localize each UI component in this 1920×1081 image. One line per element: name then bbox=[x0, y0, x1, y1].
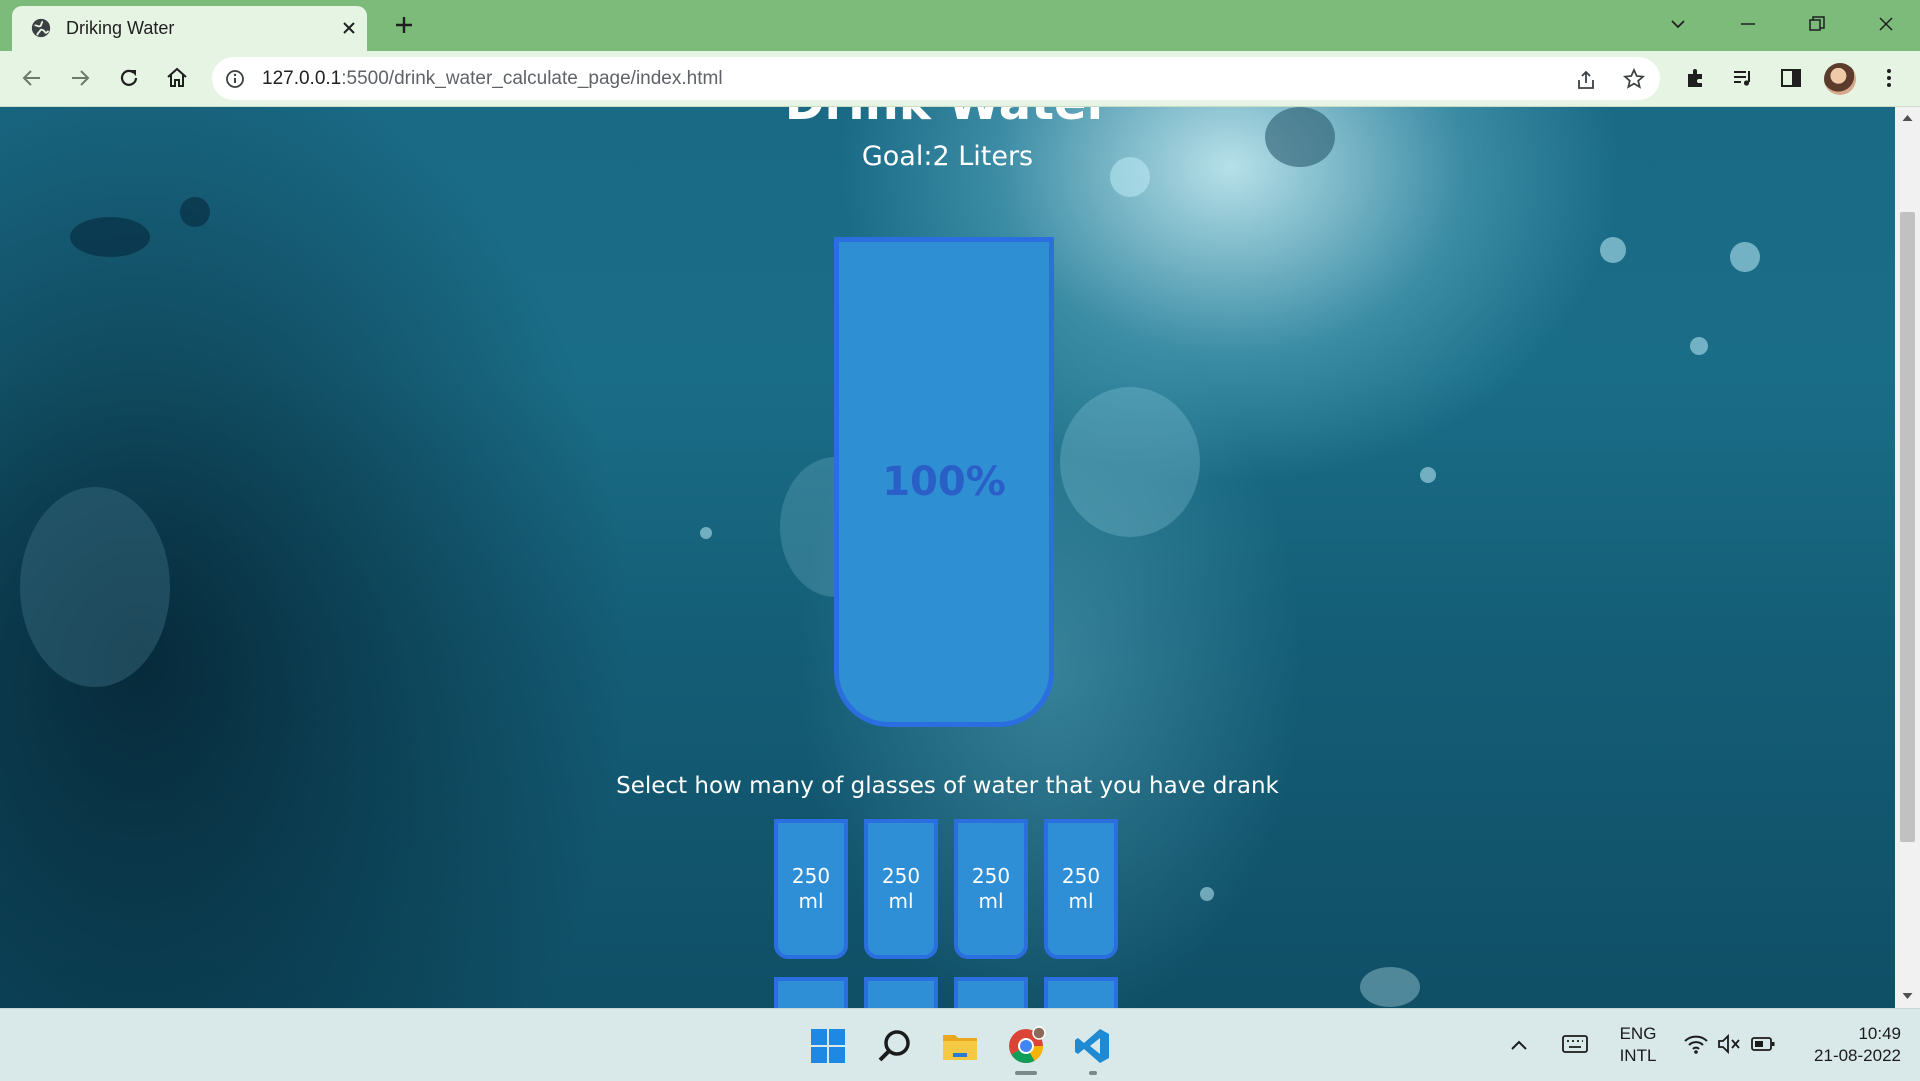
tab-title: Driking Water bbox=[66, 18, 175, 38]
url-host: 127.0.0.1 bbox=[262, 68, 342, 89]
glass-unit: ml bbox=[798, 889, 824, 913]
bubble-decoration bbox=[20, 487, 170, 687]
scroll-down-arrow-icon[interactable] bbox=[1901, 991, 1914, 1001]
search-icon[interactable] bbox=[875, 1026, 915, 1066]
keyboard-icon[interactable] bbox=[1561, 1033, 1589, 1055]
big-cup: 100% bbox=[834, 237, 1054, 727]
instruction-text: Select how many of glasses of water that… bbox=[616, 773, 1279, 799]
clock-time: 10:49 bbox=[1858, 1024, 1901, 1043]
media-control-icon[interactable] bbox=[1730, 65, 1756, 91]
file-explorer-icon[interactable] bbox=[940, 1026, 980, 1066]
more-menu-icon[interactable] bbox=[1876, 65, 1902, 91]
browser-toolbar: 127.0.0.1:5500/drink_water_calculate_pag… bbox=[0, 51, 1920, 107]
small-glass[interactable] bbox=[864, 977, 938, 1008]
wifi-icon[interactable] bbox=[1683, 1033, 1709, 1055]
tab-search-chevron-icon[interactable] bbox=[1666, 12, 1690, 36]
browser-tab-strip: Driking Water bbox=[0, 0, 1920, 51]
small-glass[interactable]: 250 ml bbox=[1044, 819, 1118, 959]
windows-taskbar: ENG INTL 10:49 21-08-2022 bbox=[0, 1008, 1920, 1081]
bubble-decoration bbox=[700, 527, 712, 539]
extensions-puzzle-icon[interactable] bbox=[1683, 65, 1709, 91]
language-indicator[interactable]: ENG INTL bbox=[1604, 1023, 1672, 1067]
goal-text: Goal:2 Liters bbox=[861, 141, 1034, 172]
open-app-indicator bbox=[1089, 1071, 1097, 1075]
clock[interactable]: 10:49 21-08-2022 bbox=[1793, 1023, 1901, 1067]
bubble-decoration bbox=[1600, 237, 1626, 263]
page-scrollbar[interactable] bbox=[1895, 107, 1920, 1008]
new-tab-icon[interactable] bbox=[392, 13, 416, 37]
share-icon[interactable] bbox=[1574, 68, 1598, 92]
glass-amount: 250 bbox=[1061, 864, 1101, 888]
bubble-decoration bbox=[1420, 467, 1436, 483]
language-secondary: INTL bbox=[1619, 1046, 1657, 1065]
clock-date: 21-08-2022 bbox=[1814, 1046, 1901, 1065]
bookmark-star-icon[interactable] bbox=[1622, 67, 1646, 91]
browser-tab[interactable]: Driking Water bbox=[12, 6, 367, 51]
language-primary: ENG bbox=[1619, 1024, 1657, 1043]
bubble-decoration bbox=[1690, 337, 1708, 355]
forward-arrow-icon[interactable] bbox=[67, 65, 93, 91]
bubble-decoration bbox=[180, 197, 210, 227]
scroll-thumb[interactable] bbox=[1900, 212, 1915, 842]
chrome-icon[interactable] bbox=[1006, 1026, 1046, 1066]
page-viewport: Drink Water Goal:2 Liters 100% Select ho… bbox=[0, 107, 1895, 1008]
volume-muted-icon[interactable] bbox=[1716, 1033, 1742, 1055]
bubble-decoration bbox=[1200, 887, 1214, 901]
restore-icon[interactable] bbox=[1805, 12, 1829, 36]
small-glass[interactable] bbox=[954, 977, 1028, 1008]
bubble-decoration bbox=[1060, 387, 1200, 537]
url-text: 127.0.0.1:5500/drink_water_calculate_pag… bbox=[262, 68, 723, 90]
glass-unit: ml bbox=[1068, 889, 1094, 913]
bubble-decoration bbox=[70, 217, 150, 257]
scroll-up-arrow-icon[interactable] bbox=[1901, 113, 1914, 123]
profile-avatar[interactable] bbox=[1824, 63, 1856, 95]
site-info-icon[interactable] bbox=[225, 69, 245, 89]
glass-unit: ml bbox=[888, 889, 914, 913]
back-arrow-icon[interactable] bbox=[19, 65, 45, 91]
vscode-icon[interactable] bbox=[1072, 1026, 1112, 1066]
battery-icon[interactable] bbox=[1750, 1034, 1776, 1054]
windows-start-icon[interactable] bbox=[808, 1026, 848, 1066]
close-tab-icon[interactable] bbox=[339, 18, 359, 38]
glasses-grid: 250 ml 250 ml 250 ml 250 ml bbox=[774, 819, 1120, 1008]
side-panel-icon[interactable] bbox=[1778, 65, 1804, 91]
address-bar[interactable]: 127.0.0.1:5500/drink_water_calculate_pag… bbox=[212, 57, 1660, 100]
globe-icon bbox=[31, 18, 51, 38]
small-glass[interactable]: 250 ml bbox=[774, 819, 848, 959]
small-glass[interactable]: 250 ml bbox=[954, 819, 1028, 959]
reload-icon[interactable] bbox=[116, 65, 142, 91]
bubble-decoration bbox=[1360, 967, 1420, 1007]
glass-amount: 250 bbox=[881, 864, 921, 888]
small-glass[interactable]: 250 ml bbox=[864, 819, 938, 959]
home-icon[interactable] bbox=[164, 65, 190, 91]
glass-amount: 250 bbox=[971, 864, 1011, 888]
small-glass[interactable] bbox=[774, 977, 848, 1008]
small-glass[interactable] bbox=[1044, 977, 1118, 1008]
bubble-decoration bbox=[1730, 242, 1760, 272]
glass-amount: 250 bbox=[791, 864, 831, 888]
close-window-icon[interactable] bbox=[1874, 12, 1898, 36]
url-path: :5500/drink_water_calculate_page/index.h… bbox=[341, 68, 723, 89]
cup-percentage: 100% bbox=[882, 459, 1006, 505]
glass-unit: ml bbox=[978, 889, 1004, 913]
page-title: Drink Water bbox=[0, 107, 1895, 131]
show-hidden-icons-chevron-icon[interactable] bbox=[1508, 1035, 1530, 1055]
active-app-indicator bbox=[1015, 1071, 1037, 1075]
minimize-icon[interactable] bbox=[1736, 12, 1760, 36]
